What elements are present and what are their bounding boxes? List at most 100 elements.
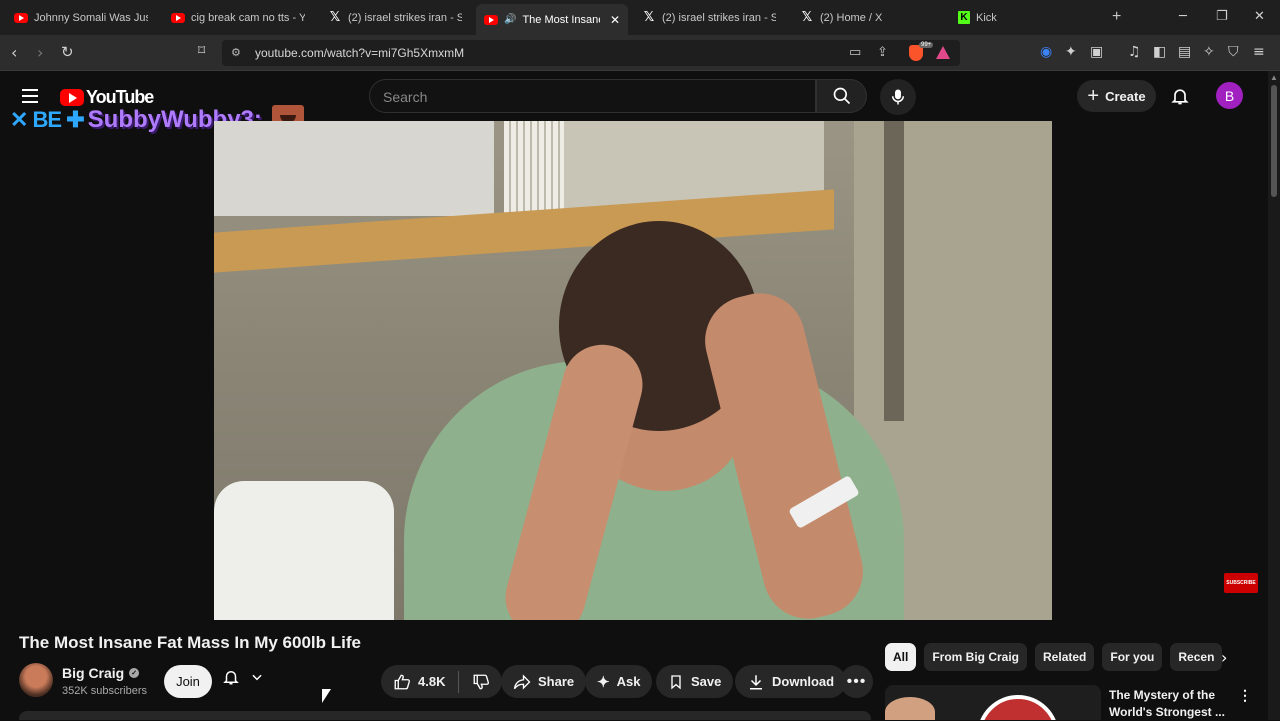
media-icon[interactable]: ♫: [1128, 44, 1141, 60]
chip-for-you[interactable]: For you: [1102, 643, 1163, 671]
video-frame-bed: [214, 481, 394, 620]
tab-label: The Most Insane F: [522, 13, 599, 26]
chip-all[interactable]: All: [885, 643, 917, 671]
brave-rewards-icon[interactable]: [936, 46, 950, 59]
subscription-notifications-button[interactable]: [222, 667, 264, 687]
x-icon: 𝕏: [801, 10, 813, 25]
reload-icon[interactable]: ↻: [61, 43, 74, 61]
minimize-icon[interactable]: ─: [1179, 9, 1187, 24]
chip-from-channel[interactable]: From Big Craig: [924, 643, 1028, 671]
more-vertical-icon[interactable]: ⋮: [1238, 687, 1252, 704]
save-icon: [671, 674, 681, 689]
create-button[interactable]: + Create: [1077, 80, 1156, 112]
recommended-video-title[interactable]: The Mystery of the World's Strongest ...: [1109, 687, 1229, 721]
vpn-icon[interactable]: ◉: [1040, 44, 1052, 60]
browser-tab-bar: Johnny Somali Was Just D cig break cam n…: [0, 0, 1280, 35]
tab-label: cig break cam no tts - You: [191, 11, 305, 24]
tab-label: (2) israel strikes iran - Sear: [662, 11, 776, 24]
video-frame-door-edge: [884, 121, 904, 421]
search-icon: [833, 87, 851, 105]
tab-johnny-somali[interactable]: Johnny Somali Was Just D: [6, 4, 156, 31]
video-player[interactable]: [214, 121, 1052, 620]
description-box[interactable]: [19, 711, 871, 720]
channel-name-link[interactable]: Big Craig ✓: [62, 665, 140, 681]
dislike-icon[interactable]: [472, 673, 490, 691]
account-avatar[interactable]: B: [1216, 82, 1243, 109]
tab-the-most-insane[interactable]: 🔊 The Most Insane F ✕: [476, 4, 628, 35]
url-text: youtube.com/watch?v=mi7Gh5XmxmM: [255, 46, 465, 60]
x-icon: 𝕏: [329, 10, 341, 25]
tab-israel-strikes-iran[interactable]: 𝕏 (2) israel strikes iran - Sear: [320, 4, 470, 31]
leo-ai-icon[interactable]: ✧: [1203, 44, 1215, 60]
tab-label: Johnny Somali Was Just D: [34, 11, 148, 24]
recommendation-filter-chips: All From Big Craig Related For you Recen: [885, 643, 1225, 673]
chip-related[interactable]: Related: [1035, 643, 1095, 671]
extensions-icon[interactable]: ✦: [1065, 44, 1077, 60]
channel-avatar[interactable]: [19, 663, 53, 697]
screenshot-icon[interactable]: ▣: [1090, 44, 1103, 60]
youtube-play-icon: [60, 89, 84, 106]
share-page-icon[interactable]: ⇪: [877, 45, 888, 60]
page-scrollbar[interactable]: ▲: [1268, 71, 1280, 720]
download-button[interactable]: Download: [735, 665, 847, 698]
like-dislike-group: 4.8K: [381, 665, 503, 698]
like-icon[interactable]: [393, 673, 411, 691]
share-label: Share: [538, 674, 575, 689]
site-info-icon[interactable]: ⚙: [231, 46, 241, 59]
channel-name: Big Craig: [62, 665, 125, 681]
chevron-right-icon[interactable]: ›: [1221, 648, 1227, 667]
notifications-bell-icon[interactable]: [1170, 85, 1190, 107]
forward-icon[interactable]: ›: [37, 43, 43, 62]
share-icon: [513, 673, 531, 690]
scrollbar-thumb[interactable]: [1271, 85, 1277, 197]
youtube-page: YouTube ✕ BE ✚ SubbyWubby3: Search + Cre…: [0, 71, 1268, 720]
sparkle-icon: ✦: [597, 673, 610, 691]
back-icon[interactable]: ‹: [11, 43, 17, 62]
save-button[interactable]: Save: [656, 665, 734, 698]
video-frame-blinds: [504, 121, 564, 216]
tab-israel-strikes-iran-2[interactable]: 𝕏 (2) israel strikes iran - Sear: [634, 4, 784, 31]
scroll-up-icon[interactable]: ▲: [1270, 73, 1278, 82]
search-button[interactable]: [816, 79, 867, 113]
menu-icon[interactable]: ≡: [1253, 44, 1265, 60]
subscribe-watermark[interactable]: SUBSCRIBE: [1224, 573, 1258, 593]
cast-icon[interactable]: ▭: [849, 45, 861, 60]
search-placeholder: Search: [383, 89, 428, 105]
youtube-icon: [171, 12, 185, 23]
vpn-shield-icon[interactable]: ⛉: [1228, 44, 1239, 60]
tab-cig-break-cam[interactable]: cig break cam no tts - You: [163, 4, 313, 31]
kick-icon: K: [958, 11, 970, 24]
share-button[interactable]: Share: [501, 665, 587, 698]
create-label: Create: [1105, 88, 1146, 104]
mouse-cursor: [322, 689, 331, 703]
wallet-icon[interactable]: ▤: [1178, 44, 1191, 60]
tab-kick[interactable]: K Kick: [950, 4, 1100, 31]
tab-label: (2) Home / X: [820, 11, 883, 24]
like-divider: [458, 670, 460, 693]
recommended-video-thumbnail[interactable]: [885, 685, 1101, 720]
like-count[interactable]: 4.8K: [418, 674, 445, 689]
search-input[interactable]: Search: [369, 79, 816, 113]
youtube-icon: [14, 12, 28, 23]
chip-recently-uploaded[interactable]: Recen: [1170, 643, 1223, 671]
close-window-icon[interactable]: ✕: [1254, 9, 1265, 24]
x-icon: 𝕏: [643, 10, 655, 25]
subscriber-count: 352K subscribers: [62, 685, 147, 697]
ask-button[interactable]: ✦ Ask: [585, 665, 653, 698]
bookmark-icon[interactable]: ⌑: [198, 43, 205, 59]
browser-toolbar: ‹ › ↻ ⌑ ⚙ youtube.com/watch?v=mi7Gh5Xmxm…: [0, 35, 1280, 71]
new-tab-button[interactable]: +: [1112, 8, 1121, 26]
more-actions-button[interactable]: •••: [840, 665, 873, 698]
restore-icon[interactable]: ❐: [1216, 9, 1228, 24]
youtube-icon: [484, 14, 498, 25]
address-bar[interactable]: ⚙ youtube.com/watch?v=mi7Gh5XmxmM ▭ ⇪ 99…: [222, 40, 960, 66]
voice-search-button[interactable]: [880, 79, 916, 115]
join-button[interactable]: Join: [164, 665, 212, 698]
close-tab-icon[interactable]: ✕: [610, 13, 620, 27]
save-label: Save: [691, 674, 722, 689]
sidebar-icon[interactable]: ◧: [1153, 44, 1166, 60]
speaker-icon[interactable]: 🔊: [504, 14, 516, 25]
tab-home-x[interactable]: 𝕏 (2) Home / X: [792, 4, 942, 31]
more-horizontal-icon: •••: [846, 672, 867, 690]
plus-icon: +: [1087, 84, 1100, 107]
